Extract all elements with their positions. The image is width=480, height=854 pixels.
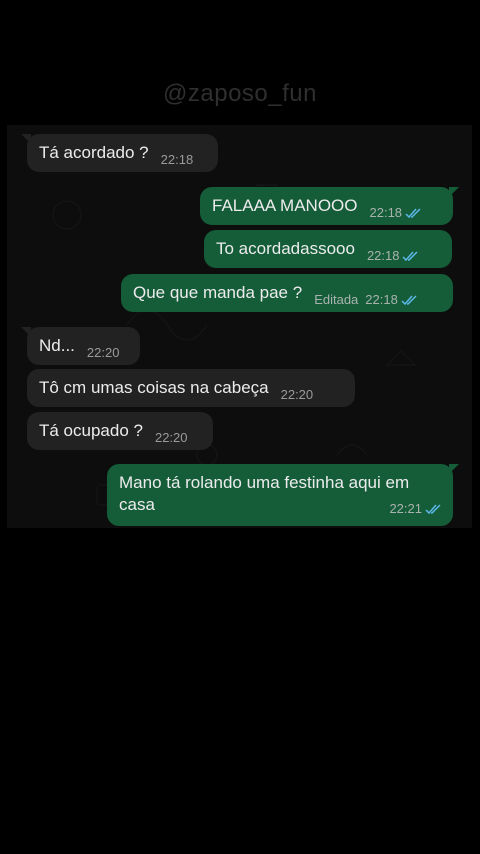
message-bubble-incoming[interactable]: Nd... 22:20 bbox=[21, 327, 140, 365]
watermark: @zaposo_fun bbox=[163, 80, 317, 107]
edited-label: Editada bbox=[314, 292, 359, 307]
message-meta: 22:21 bbox=[389, 498, 443, 520]
message-text: Tô cm umas coisas na cabeça bbox=[39, 378, 269, 397]
message-meta: 22:20 bbox=[155, 427, 188, 449]
message-text: Tá acordado ? bbox=[39, 143, 149, 162]
message-text: Nd... bbox=[39, 336, 75, 355]
message-time: 22:20 bbox=[280, 387, 314, 402]
message-meta: 22:18 bbox=[370, 202, 424, 224]
message-bubble-outgoing[interactable]: FALAAA MANOOO 22:18 bbox=[200, 187, 459, 225]
message-time: 22:18 bbox=[160, 152, 194, 167]
message-text: Tá ocupado ? bbox=[39, 421, 143, 440]
message-time: 22:18 bbox=[366, 248, 400, 263]
message-meta: 22:18 bbox=[161, 149, 194, 171]
message-text: Que que manda pae ? bbox=[133, 283, 303, 302]
message-text: To acordadassooo bbox=[216, 239, 355, 258]
message-time: 22:18 bbox=[369, 205, 403, 220]
message-bubble-outgoing[interactable]: Mano tá rolando uma festinha aqui em cas… bbox=[107, 464, 459, 526]
message-bubble-incoming[interactable]: Tá ocupado ? 22:20 bbox=[27, 412, 213, 450]
message-bubble-outgoing[interactable]: Que que manda pae ? Editada 22:18 bbox=[121, 274, 453, 312]
message-bubble-outgoing[interactable]: To acordadassooo 22:18 bbox=[204, 230, 452, 268]
read-receipt-icon bbox=[402, 250, 419, 261]
message-bubble-incoming[interactable]: Tô cm umas coisas na cabeça 22:20 bbox=[27, 369, 355, 407]
read-receipt-icon bbox=[425, 503, 441, 514]
message-bubble-incoming[interactable]: Tá acordado ? 22:18 bbox=[21, 134, 218, 172]
message-text: FALAAA MANOOO bbox=[212, 196, 358, 215]
message-time: 22:21 bbox=[389, 501, 422, 516]
message-time: 22:20 bbox=[86, 345, 120, 360]
message-time: 22:18 bbox=[365, 292, 398, 307]
message-meta: 22:20 bbox=[87, 342, 120, 364]
read-receipt-icon bbox=[405, 207, 421, 218]
message-meta: 22:20 bbox=[281, 384, 314, 406]
chat-panel[interactable]: Tá acordado ? 22:18 FALAAA MANOOO 22:18 To… bbox=[7, 125, 472, 528]
message-meta: Editada 22:18 bbox=[314, 289, 419, 311]
message-time: 22:20 bbox=[154, 430, 188, 445]
read-receipt-icon bbox=[401, 294, 417, 305]
message-meta: 22:18 bbox=[367, 245, 421, 267]
